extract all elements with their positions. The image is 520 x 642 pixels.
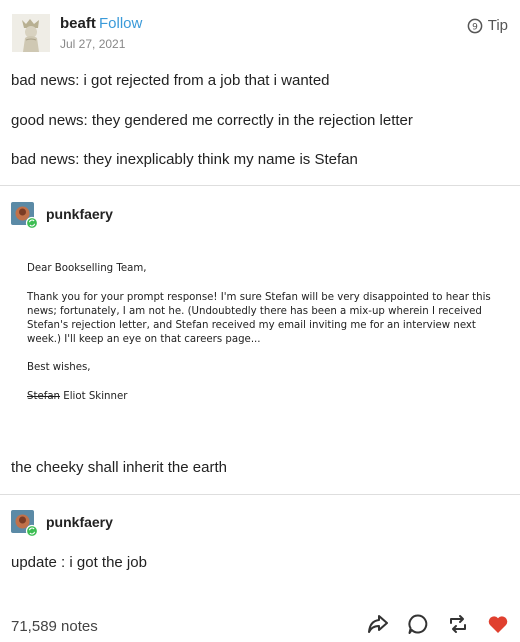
letter-greeting: Dear Bookselling Team,: [27, 263, 147, 274]
post-paragraph-3: bad news: they inexplicably think my nam…: [11, 151, 358, 168]
reblog-avatar[interactable]: [11, 510, 39, 538]
reblog-comment: update : i got the job: [11, 554, 147, 571]
tip-button[interactable]: 9 Tip: [467, 17, 508, 34]
reblog-username[interactable]: punkfaery: [46, 514, 113, 530]
statue-avatar-image: [12, 14, 50, 52]
reblog-badge-icon: [25, 216, 39, 230]
follow-button[interactable]: Follow: [99, 15, 142, 32]
signature-name: Eliot Skinner: [63, 391, 128, 402]
author-avatar[interactable]: [12, 14, 50, 52]
letter-body-line: news; fortunately, I am not he. (Undoubt…: [27, 306, 482, 317]
notes-count[interactable]: 71,589 notes: [11, 618, 98, 635]
tip-coin-icon: 9: [467, 18, 483, 33]
reblog-badge-icon: [25, 524, 39, 538]
letter-closing: Best wishes,: [27, 362, 91, 373]
post-paragraph-2: good news: they gendered me correctly in…: [11, 112, 413, 129]
signature-struck-name: Stefan: [27, 391, 61, 402]
reblog-icon[interactable]: [446, 612, 470, 636]
letter-body-line: Thank you for your prompt response! I'm …: [27, 292, 491, 303]
author-username[interactable]: beaft: [60, 15, 96, 32]
punkfaery-avatar-image: [11, 202, 39, 230]
post-paragraph-1: bad news: i got rejected from a job that…: [11, 72, 330, 89]
svg-text:9: 9: [472, 22, 478, 32]
letter-body-line: Stefan's rejection letter, and Stefan re…: [27, 320, 476, 331]
post-actions: [366, 612, 510, 636]
reblog-avatar[interactable]: [11, 202, 39, 230]
reblog-username[interactable]: punkfaery: [46, 206, 113, 222]
like-heart-icon[interactable]: [486, 612, 510, 636]
divider: [0, 185, 520, 186]
tip-label: Tip: [487, 17, 508, 34]
letter-body-line: week.) I'll keep an eye on that careers …: [27, 334, 261, 345]
reply-icon[interactable]: [406, 612, 430, 636]
rejection-reply-letter: Dear Bookselling Team, Thank you for you…: [27, 262, 507, 404]
share-icon[interactable]: [366, 612, 390, 636]
reblog-comment: the cheeky shall inherit the earth: [11, 459, 227, 476]
divider: [0, 494, 520, 495]
punkfaery-avatar-image: [11, 510, 39, 538]
letter-signature: Stefan Eliot Skinner: [27, 390, 507, 404]
post-date[interactable]: Jul 27, 2021: [60, 37, 125, 51]
